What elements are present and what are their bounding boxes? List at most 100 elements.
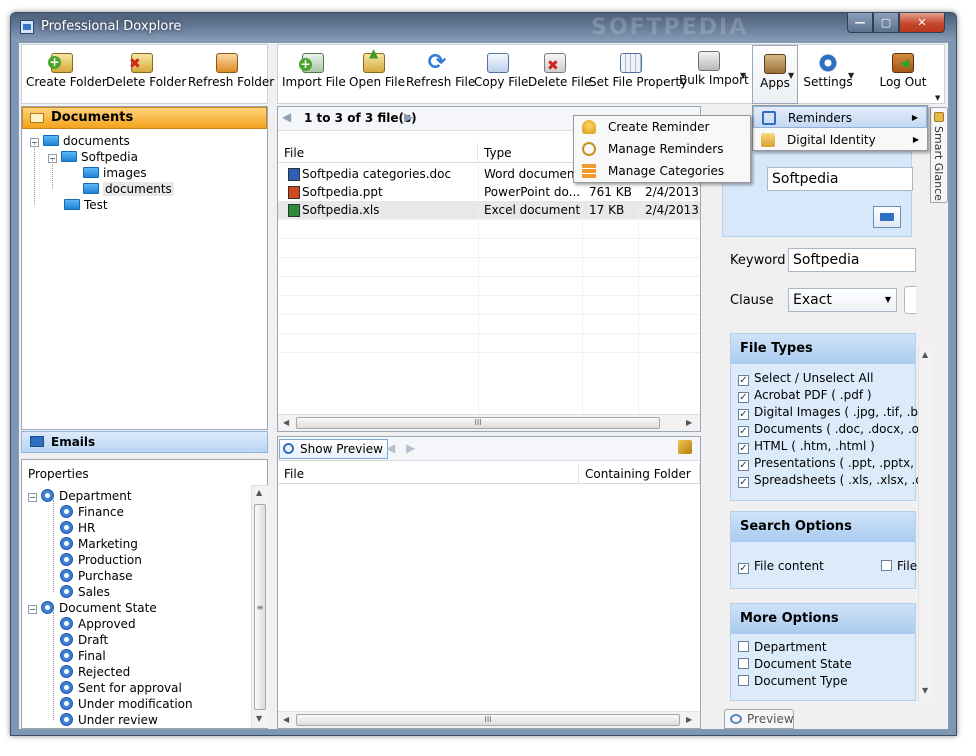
menu-item-reminders[interactable]: Reminders ▶ bbox=[753, 106, 927, 128]
search-button[interactable] bbox=[873, 206, 901, 228]
emails-header[interactable]: Emails bbox=[21, 431, 268, 453]
collapse-icon[interactable]: − bbox=[28, 493, 37, 502]
maximize-button[interactable]: ▢ bbox=[873, 13, 899, 33]
log-out-button[interactable]: Log Out bbox=[878, 45, 928, 103]
property-item[interactable]: Sales bbox=[60, 584, 110, 600]
checkbox[interactable]: ✓ bbox=[738, 409, 749, 420]
checkbox-item[interactable]: Document State bbox=[738, 656, 852, 673]
bulk-import-button[interactable]: Bulk Import bbox=[679, 43, 749, 101]
property-item[interactable]: Sent for approval bbox=[60, 680, 182, 696]
property-item[interactable]: HR bbox=[60, 520, 95, 536]
menu-item-manage-categories[interactable]: Manage Categories bbox=[574, 160, 750, 182]
property-item[interactable]: Finance bbox=[60, 504, 124, 520]
apps-dropdown-icon[interactable]: ▼ bbox=[788, 71, 794, 80]
tree-node-softpedia[interactable]: − Softpedia bbox=[48, 149, 138, 165]
checkbox[interactable] bbox=[738, 675, 749, 686]
checkbox[interactable] bbox=[738, 658, 749, 669]
smart-glance-tab[interactable]: Smart Glance bbox=[930, 107, 948, 203]
import-file-button[interactable]: Import File bbox=[282, 45, 346, 103]
scroll-down-icon[interactable]: ▼ bbox=[256, 714, 262, 723]
tree-node-test[interactable]: Test bbox=[64, 197, 108, 213]
property-item[interactable]: Final bbox=[60, 648, 106, 664]
file-row[interactable]: Softpedia.xls Excel document 17 KB 2/4/2013 bbox=[278, 201, 700, 219]
option-file[interactable]: File bbox=[881, 558, 917, 575]
checkbox[interactable]: ✓ bbox=[738, 375, 749, 386]
refresh-folder-button[interactable]: Refresh Folder bbox=[188, 45, 274, 103]
name-search-input[interactable]: Softpedia bbox=[767, 167, 913, 191]
checkbox-item[interactable]: ✓ HTML ( .htm, .html ) bbox=[738, 438, 875, 455]
menu-item-create-reminder[interactable]: Create Reminder bbox=[574, 116, 750, 138]
checkbox[interactable]: ✓ bbox=[738, 460, 749, 471]
checkbox-item[interactable]: Department bbox=[738, 639, 827, 656]
scroll-left-icon[interactable]: ◀ bbox=[283, 715, 289, 724]
preview-forward-icon[interactable]: ▶ bbox=[406, 441, 415, 455]
file-row[interactable]: Softpedia.ppt PowerPoint do... 761 KB 2/4/2… bbox=[278, 183, 700, 201]
checkbox[interactable] bbox=[738, 641, 749, 652]
property-item[interactable]: Production bbox=[60, 552, 142, 568]
column-preview-file[interactable]: File bbox=[278, 464, 579, 484]
delete-folder-button[interactable]: Delete Folder bbox=[106, 45, 186, 103]
property-group[interactable]: − Document State bbox=[28, 600, 157, 616]
create-folder-button[interactable]: Create Folder bbox=[26, 45, 107, 103]
column-containing-folder[interactable]: Containing Folder bbox=[579, 464, 700, 484]
scroll-right-icon[interactable]: ▶ bbox=[686, 418, 692, 427]
checkbox[interactable]: ✓ bbox=[738, 443, 749, 454]
settings-dropdown-icon[interactable]: ▼ bbox=[848, 71, 854, 80]
toolbar-overflow-icon[interactable]: ▼ bbox=[935, 94, 940, 102]
checkbox-item[interactable]: ✓ Presentations ( .ppt, .pptx, . bbox=[738, 455, 922, 472]
scroll-left-icon[interactable]: ◀ bbox=[283, 418, 289, 427]
menu-item-manage-reminders[interactable]: Manage Reminders bbox=[574, 138, 750, 160]
open-file-button[interactable]: Open File bbox=[349, 45, 405, 103]
delete-file-button[interactable]: Delete File bbox=[528, 45, 591, 103]
refresh-file-button[interactable]: ⟳ Refresh File bbox=[406, 45, 475, 103]
checkbox[interactable]: ✓ bbox=[738, 477, 749, 488]
checkbox[interactable]: ✓ bbox=[738, 426, 749, 437]
checkbox-item[interactable]: ✓ Documents ( .doc, .docx, .od bbox=[738, 421, 927, 438]
property-item[interactable]: Purchase bbox=[60, 568, 133, 584]
tree-node-images[interactable]: images bbox=[83, 165, 147, 181]
preview-back-icon[interactable]: ◀ bbox=[386, 441, 395, 455]
clause-extra-button[interactable] bbox=[904, 286, 916, 314]
menu-item-digital-identity[interactable]: Digital Identity ▶ bbox=[753, 129, 927, 151]
checkbox[interactable]: ✓ bbox=[738, 563, 749, 574]
scroll-up-icon[interactable]: ▲ bbox=[922, 350, 928, 359]
scroll-right-icon[interactable]: ▶ bbox=[686, 715, 692, 724]
scroll-up-icon[interactable]: ▲ bbox=[256, 488, 262, 497]
scroll-down-icon[interactable]: ▼ bbox=[922, 686, 928, 695]
column-file[interactable]: File bbox=[278, 143, 478, 163]
property-item[interactable]: Under review bbox=[60, 712, 158, 728]
show-preview-button[interactable]: Show Preview bbox=[279, 439, 388, 459]
property-item[interactable]: Approved bbox=[60, 616, 136, 632]
search-panel-scrollbar[interactable]: ▲ ▼ bbox=[918, 346, 932, 702]
preview-hscrollbar[interactable]: ◀ III ▶ bbox=[278, 711, 700, 728]
property-item[interactable]: Marketing bbox=[60, 536, 138, 552]
clause-select[interactable]: Exact ▼ bbox=[788, 288, 897, 312]
property-item[interactable]: Rejected bbox=[60, 664, 130, 680]
file-list-hscrollbar[interactable]: ◀ III ▶ bbox=[278, 414, 700, 431]
next-page-icon[interactable]: ▶ bbox=[404, 110, 413, 124]
documents-header[interactable]: Documents bbox=[22, 107, 267, 129]
clear-icon[interactable] bbox=[678, 440, 692, 454]
property-item[interactable]: Under modification bbox=[60, 696, 193, 712]
minimize-button[interactable]: — bbox=[847, 13, 873, 33]
copy-file-button[interactable]: Copy File bbox=[474, 45, 528, 103]
checkbox[interactable]: ✓ bbox=[738, 392, 749, 403]
close-button[interactable]: ✕ bbox=[899, 13, 945, 33]
collapse-icon[interactable]: − bbox=[28, 605, 37, 614]
preview-tab[interactable]: Preview bbox=[724, 709, 794, 729]
checkbox-item[interactable]: ✓ Spreadsheets ( .xls, .xlsx, .od bbox=[738, 472, 930, 489]
set-file-property-button[interactable]: Set File Property bbox=[589, 45, 687, 103]
keyword-input[interactable]: Softpedia bbox=[788, 248, 916, 272]
checkbox-item[interactable]: Document Type bbox=[738, 673, 848, 690]
property-group[interactable]: − Department bbox=[28, 488, 132, 504]
checkbox[interactable] bbox=[881, 560, 892, 571]
checkbox-item[interactable]: ✓ Digital Images ( .jpg, .tif, .bm bbox=[738, 404, 930, 421]
checkbox-item[interactable]: ✓ Acrobat PDF ( .pdf ) bbox=[738, 387, 872, 404]
property-item[interactable]: Draft bbox=[60, 632, 108, 648]
bulk-import-dropdown-icon[interactable]: ▼ bbox=[740, 71, 746, 80]
properties-scrollbar[interactable]: ▲ ≡ ▼ bbox=[251, 485, 268, 728]
tree-node-documents[interactable]: − documents bbox=[30, 133, 130, 149]
checkbox-item[interactable]: ✓ Select / Unselect All bbox=[738, 370, 873, 387]
option-file-content[interactable]: ✓ File content bbox=[738, 558, 824, 575]
tree-node-documents-sub[interactable]: documents bbox=[83, 181, 174, 197]
